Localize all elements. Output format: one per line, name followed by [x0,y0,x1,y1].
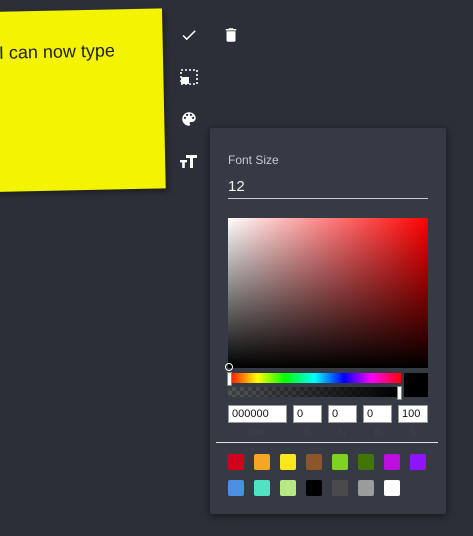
r-input[interactable] [293,405,322,423]
a-input[interactable] [398,405,428,423]
divider [216,442,438,443]
font-size-label: Font Size [228,153,279,167]
r-label: R [304,427,311,438]
check-icon [182,30,196,41]
a-label: A [409,427,417,438]
hue-handle[interactable] [227,372,232,386]
preset-swatch[interactable] [332,480,348,496]
hex-input[interactable] [228,405,287,423]
preset-swatch[interactable] [280,480,296,496]
text-size-icon [180,155,197,168]
color-button[interactable] [177,107,201,131]
delete-button[interactable] [219,23,243,47]
selection-icon [180,69,198,85]
palette-icon [182,112,196,126]
preset-swatch[interactable] [306,454,322,470]
preset-swatch[interactable] [254,454,270,470]
current-color-preview [404,373,428,397]
hue-slider[interactable] [227,372,401,386]
style-panel: Font Size Hex R G B A [210,128,446,514]
g-input[interactable] [328,405,357,423]
preset-swatch[interactable] [228,480,244,496]
preset-swatch[interactable] [228,454,244,470]
preset-swatch[interactable] [410,454,426,470]
preset-swatch[interactable] [280,454,296,470]
saturation-handle[interactable] [225,363,233,371]
b-label: B [374,427,381,438]
preset-swatch[interactable] [384,454,400,470]
select-area-button[interactable] [177,65,201,89]
trash-icon [225,28,237,42]
alpha-slider[interactable] [228,386,402,400]
saturation-picker[interactable] [225,218,428,371]
font-size-input[interactable] [228,174,428,199]
preset-swatch[interactable] [358,454,374,470]
b-input[interactable] [363,405,392,423]
preset-swatch[interactable] [384,480,400,496]
g-label: G [338,427,347,438]
preset-swatch[interactable] [254,480,270,496]
done-button[interactable] [177,23,201,47]
preset-swatch[interactable] [306,480,322,496]
alpha-handle[interactable] [397,386,402,400]
font-size-button[interactable] [177,149,201,173]
hex-label: Hex [249,427,266,438]
sticky-note[interactable]: I can now type [0,8,166,192]
preset-swatch[interactable] [332,454,348,470]
preset-swatch[interactable] [358,480,374,496]
note-text[interactable]: I can now type [0,40,115,63]
